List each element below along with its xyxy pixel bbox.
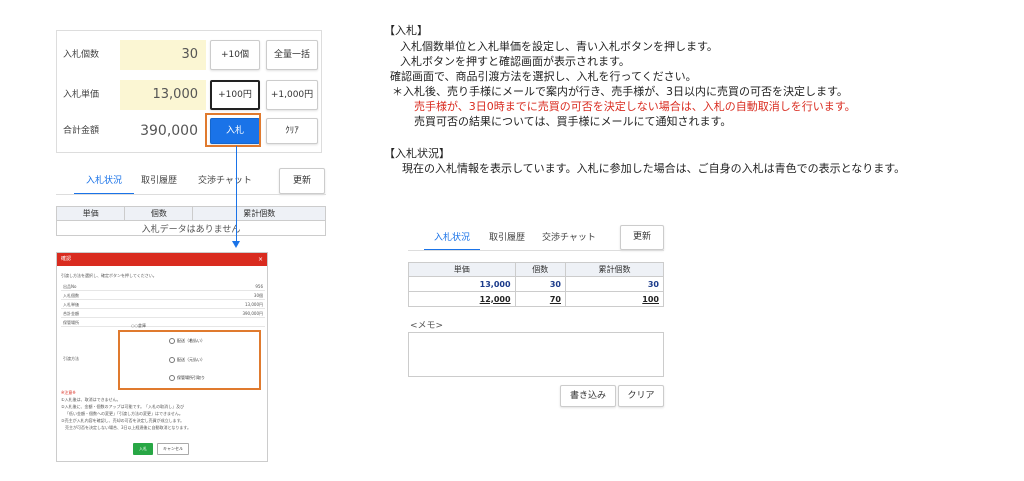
bid-price-row: 入札単価 13,000 +100円 +1,000円 — [57, 75, 321, 115]
refresh-button[interactable]: 更新 — [620, 225, 664, 250]
bid-total-value: 390,000 — [140, 123, 198, 139]
bid-line: 入札個数単位と入札単価を設定し、青い入札ボタンを押します。 — [400, 40, 718, 53]
empty-table-message: 入札データはありません — [56, 220, 326, 236]
dialog-header: 確認 × — [57, 253, 267, 266]
bid-price-input[interactable]: 13,000 — [120, 80, 206, 110]
add-100-button[interactable]: +100円 — [210, 80, 260, 110]
notice-line: ②入札後に、金額・個数のアップは可能です。「入札の取消し」及び — [61, 404, 185, 409]
bid-count-row: 入札個数 30 +10個 全量一括 — [57, 35, 321, 75]
status-line: 現在の入札情報を表示しています。入札に参加した場合は、ご自身の入札は青色での表示… — [402, 162, 906, 175]
arrow-down-icon — [232, 241, 240, 248]
write-button[interactable]: 書き込み — [560, 385, 616, 407]
add-10-button[interactable]: +10個 — [210, 40, 260, 70]
bid-form-panel: 入札個数 30 +10個 全量一括 入札単価 13,000 +100円 +1,0… — [56, 30, 322, 153]
bid-line: 確認画面で、商品引渡方法を選択し、入札を行ってください。 — [390, 70, 697, 83]
dialog-row-item-no: 出品No 956 — [61, 283, 265, 291]
buy-all-button[interactable]: 全量一括 — [266, 40, 318, 70]
table-row: 13,000 30 30 — [408, 276, 665, 292]
clear-button[interactable]: ｸﾘｱ — [266, 118, 318, 144]
memo-clear-button[interactable]: クリア — [618, 385, 664, 407]
tab-history[interactable]: 取引履歴 — [141, 173, 177, 186]
notice-title: ※注意※ — [61, 390, 76, 395]
bid-status-table: 単価 個数 累計個数 入札データはありません — [55, 206, 326, 236]
row-key: 入札個数 — [63, 293, 79, 298]
bid-status-table: 単価 個数 累計個数 13,000 30 30 12,000 70 100 — [408, 262, 665, 307]
col-header-price: 単価 — [408, 262, 516, 277]
memo-label: <メモ> — [410, 321, 444, 331]
row-value: 30個 — [253, 293, 263, 298]
tab-divider — [56, 194, 326, 195]
bid-total-row: 合計金額 390,000 入札 ｸﾘｱ — [57, 111, 321, 151]
tab-history[interactable]: 取引履歴 — [489, 230, 525, 243]
dialog-row-total: 合計金額 390,000円 — [61, 310, 265, 318]
connector-line — [236, 146, 237, 242]
bid-line: 入札ボタンを押すと確認画面が表示されます。 — [400, 55, 630, 68]
bid-total-label: 合計金額 — [63, 126, 100, 136]
memo-textarea[interactable] — [408, 332, 664, 377]
tab-bid-status[interactable]: 入札状況 — [86, 173, 122, 186]
store-value: ○○倉庫 — [131, 323, 146, 328]
notice-line: 「低い金額・個数への変更」「引渡し方法の変更」はできません。 — [65, 411, 183, 416]
cell-cumulative: 100 — [564, 291, 665, 307]
cell-price: 13,000 — [408, 276, 516, 292]
delivery-method-label: 引渡方法 — [63, 356, 79, 361]
refresh-button[interactable]: 更新 — [279, 168, 325, 194]
row-key: 保管場所 — [63, 320, 79, 325]
dialog-row-price: 入札単価 13,000円 — [61, 301, 265, 309]
col-header-cumulative: 累計個数 — [564, 262, 665, 277]
bid-price-label: 入札単価 — [63, 90, 100, 100]
bid-warning: 売手様が、3日0時までに売買の可否を決定しない場合は、入札の自動取消しを行います… — [414, 100, 856, 113]
tab-divider — [408, 250, 664, 251]
bid-result: 売買可否の結果については、買手様にメールにて通知されます。 — [414, 115, 732, 128]
table-header-row: 単価 個数 累計個数 — [408, 262, 665, 277]
table-header-row: 単価 個数 累計個数 — [55, 206, 326, 221]
bid-count-input[interactable]: 30 — [120, 40, 206, 70]
submit-highlight-frame — [205, 113, 261, 147]
notice-line: 売主が可否を決定しない場合、3日以上経過後に自動取消となります。 — [65, 425, 192, 430]
dialog-title: 確認 — [61, 256, 72, 262]
dialog-intro: 引渡し方法を選択し、確定ボタンを押してください。 — [61, 273, 157, 278]
bid-line: ＊入札後、売り手様にメールで案内が行き、売手様が、3日以内に売買の可否を決定しま… — [392, 85, 848, 98]
delivery-highlight-frame — [118, 330, 261, 390]
cell-count: 30 — [514, 276, 566, 292]
notice-line: ③売主が入札内容を確認し、売却の可否を決定し売買が成立します。 — [61, 418, 185, 423]
dialog-confirm-button[interactable]: 入札 — [133, 443, 153, 455]
notice-line: ①入札後は、取消はできません。 — [61, 397, 121, 402]
cell-price: 12,000 — [408, 291, 516, 307]
bid-count-label: 入札個数 — [63, 50, 100, 60]
row-value: 13,000円 — [245, 302, 263, 307]
col-header-count: 個数 — [514, 262, 566, 277]
row-key: 入札単価 — [63, 302, 79, 307]
tab-chat[interactable]: 交渉チャット — [542, 230, 596, 243]
tab-chat[interactable]: 交渉チャット — [198, 173, 252, 186]
row-key: 合計金額 — [63, 311, 79, 316]
status-heading: 【入札状況】 — [384, 147, 450, 160]
row-key: 出品No — [63, 284, 77, 289]
col-header-price: 単価 — [55, 206, 126, 221]
add-1000-button[interactable]: +1,000円 — [266, 80, 318, 110]
table-row: 入札データはありません — [56, 220, 326, 236]
bid-heading: 【入札】 — [384, 24, 428, 37]
row-value: 390,000円 — [242, 311, 263, 316]
cell-cumulative: 30 — [564, 276, 665, 292]
tab-bid-status[interactable]: 入札状況 — [434, 230, 470, 243]
cell-count: 70 — [514, 291, 566, 307]
dialog-row-count: 入札個数 30個 — [61, 292, 265, 300]
dialog-cancel-button[interactable]: キャンセル — [157, 443, 189, 455]
row-value: 956 — [255, 284, 263, 289]
col-header-cumulative: 累計個数 — [192, 206, 326, 221]
col-header-count: 個数 — [124, 206, 194, 221]
close-icon[interactable]: × — [258, 253, 263, 266]
table-row: 12,000 70 100 — [408, 291, 665, 307]
dialog-row-store: 保管場所 ○○倉庫 — [61, 319, 265, 328]
